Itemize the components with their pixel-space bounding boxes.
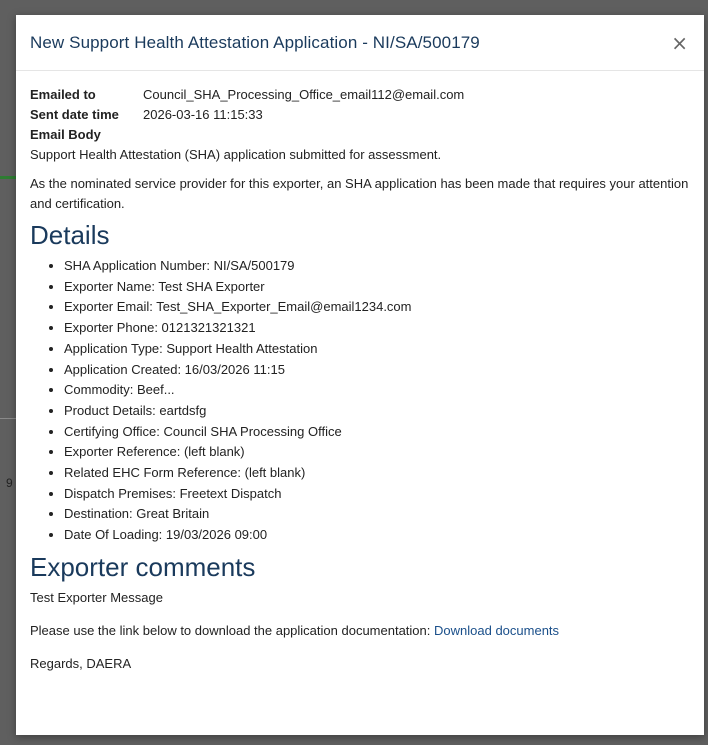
exporter-comments-heading: Exporter comments bbox=[30, 551, 256, 582]
background-accent bbox=[0, 176, 16, 179]
download-text: Please use the link below to download th… bbox=[30, 622, 431, 638]
nominated-text: As the nominated service provider for th… bbox=[30, 176, 689, 211]
download-documents-link[interactable]: Download documents bbox=[434, 623, 559, 638]
email-body-label: Email Body bbox=[30, 127, 101, 142]
sent-date-label: Sent date time bbox=[30, 107, 119, 122]
emailed-to-label: Emailed to bbox=[30, 87, 96, 102]
list-item: Dispatch Premises: Freetext Dispatch bbox=[64, 484, 690, 505]
list-item: Certifying Office: Council SHA Processin… bbox=[64, 422, 690, 443]
list-item: Date Of Loading: 19/03/2026 09:00 bbox=[64, 525, 690, 546]
email-preview-modal: New Support Health Attestation Applicati… bbox=[16, 15, 704, 735]
emailed-to-row: Emailed to Council_SHA_Processing_Office… bbox=[30, 85, 690, 105]
list-item: Destination: Great Britain bbox=[64, 504, 690, 525]
close-icon[interactable]: × bbox=[671, 33, 688, 53]
download-paragraph: Please use the link below to download th… bbox=[30, 621, 690, 641]
modal-title: New Support Health Attestation Applicati… bbox=[30, 32, 480, 52]
list-item: Exporter Reference: (left blank) bbox=[64, 442, 690, 463]
list-item: Exporter Email: Test_SHA_Exporter_Email@… bbox=[64, 297, 690, 318]
signoff-text: Regards, DAERA bbox=[30, 655, 132, 671]
details-heading: Details bbox=[30, 220, 110, 250]
details-list: SHA Application Number: NI/SA/500179 Exp… bbox=[30, 256, 690, 546]
email-body-row: Email Body bbox=[30, 125, 690, 145]
emailed-to-value: Council_SHA_Processing_Office_email112@e… bbox=[143, 87, 465, 102]
background-divider bbox=[0, 418, 16, 419]
list-item: Related EHC Form Reference: (left blank) bbox=[64, 463, 690, 484]
background-partial-text: 9 bbox=[6, 476, 13, 490]
intro-text: Support Health Attestation (SHA) applica… bbox=[30, 147, 442, 162]
list-item: Exporter Phone: 0121321321321 bbox=[64, 318, 690, 339]
list-item: Exporter Name: Test SHA Exporter bbox=[64, 277, 690, 298]
list-item: Commodity: Beef... bbox=[64, 380, 690, 401]
modal-body: Emailed to Council_SHA_Processing_Office… bbox=[16, 71, 704, 674]
list-item: SHA Application Number: NI/SA/500179 bbox=[64, 256, 690, 277]
sent-date-row: Sent date time 2026-03-16 11:15:33 bbox=[30, 105, 690, 125]
list-item: Product Details: eartdsfg bbox=[64, 401, 690, 422]
list-item: Application Type: Support Health Attesta… bbox=[64, 339, 690, 360]
exporter-comment-text: Test Exporter Message bbox=[30, 589, 163, 605]
sent-date-value: 2026-03-16 11:15:33 bbox=[143, 107, 263, 122]
modal-header: New Support Health Attestation Applicati… bbox=[16, 15, 704, 71]
list-item: Application Created: 16/03/2026 11:15 bbox=[64, 360, 690, 381]
